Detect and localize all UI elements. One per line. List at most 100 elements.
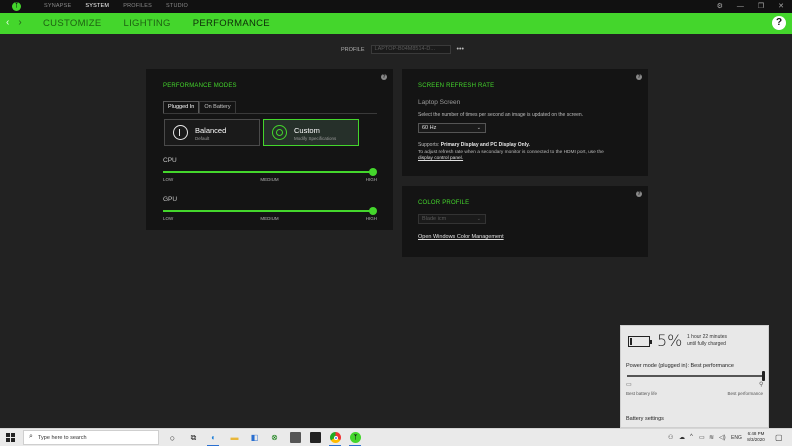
refresh-rate-dropdown[interactable]: 60 Hz ⌄ [418, 123, 486, 133]
volume-icon[interactable]: ◁) [719, 434, 726, 441]
gpu-label: GPU [163, 196, 178, 203]
chevron-down-icon: ⌄ [476, 216, 481, 222]
section-bar: ‹ › CUSTOMIZE LIGHTING PERFORMANCE ? [0, 13, 792, 34]
more-options-icon[interactable]: ••• [457, 46, 464, 53]
battery-settings-link[interactable]: Battery settings [626, 416, 664, 422]
notification-icon[interactable]: ▢ [775, 433, 783, 442]
tick-medium: MEDIUM [260, 177, 279, 182]
nav-profiles[interactable]: PROFILES [123, 3, 152, 9]
top-navigation: SYNAPSE SYSTEM PROFILES STUDIO [44, 3, 188, 9]
battery-percent: 5% [657, 331, 683, 350]
laptop-screen-label: Laptop Screen [418, 99, 461, 106]
charge-time: 1 hour 22 minutes [687, 334, 728, 340]
razer-logo-icon: ᛉ [12, 2, 21, 11]
refresh-rate-description: Select the number of times per second an… [418, 112, 584, 118]
performance-modes-panel: ? PERFORMANCE MODES Plugged In On Batter… [146, 69, 393, 230]
cloud-icon[interactable]: ☁ [679, 434, 685, 441]
edge-icon[interactable]: ◐ [208, 432, 219, 443]
app-icon[interactable] [290, 432, 301, 443]
search-placeholder: Type here to search [38, 435, 87, 441]
info-icon[interactable]: ? [381, 74, 387, 80]
back-arrow-icon[interactable]: ‹ [6, 17, 9, 29]
clock-date: 8/3/2020 [747, 437, 765, 442]
hdmi-note: To adjust refresh rate when a secondary … [418, 150, 604, 155]
mode-custom-button[interactable]: Custom Modify Specifications [263, 119, 359, 146]
info-icon[interactable]: ? [636, 191, 642, 197]
refresh-rate-title: SCREEN REFRESH RATE [418, 83, 495, 89]
gear-icon[interactable]: ⚙ [717, 2, 723, 11]
maximize-icon[interactable]: ❐ [758, 2, 764, 11]
task-view-icon[interactable]: ⧉ [188, 432, 199, 443]
language-indicator[interactable]: ENG [731, 435, 742, 441]
color-profile-dropdown[interactable]: Blade icm ⌄ [418, 214, 486, 224]
close-icon[interactable]: ✕ [778, 2, 784, 11]
power-mode-label: Power mode (plugged in): Best performanc… [626, 363, 734, 369]
tick-medium: MEDIUM [260, 216, 279, 221]
battery-tray-icon[interactable]: ▭ [699, 434, 705, 441]
title-bar: ᛉ SYNAPSE SYSTEM PROFILES STUDIO ⚙ — ❐ ✕ [0, 0, 792, 13]
minimize-icon[interactable]: — [737, 2, 744, 11]
gpu-slider[interactable] [163, 207, 377, 215]
store-icon[interactable]: ◧ [249, 432, 260, 443]
cpu-ticks: LOW MEDIUM HIGH [163, 177, 377, 182]
best-performance-label: Best performance [727, 391, 763, 396]
window-controls: ⚙ — ❐ ✕ [717, 2, 784, 11]
search-icon: ⌕ [29, 433, 33, 440]
terminal-icon[interactable] [310, 432, 321, 443]
chevron-up-icon[interactable]: ^ [690, 434, 693, 440]
chrome-icon[interactable] [330, 432, 341, 443]
forward-arrow-icon[interactable]: › [18, 17, 21, 29]
mode-name: Custom [294, 126, 320, 135]
people-icon[interactable]: ⚇ [668, 434, 673, 441]
color-profile-panel: ? COLOR PROFILE Blade icm ⌄ Open Windows… [402, 186, 648, 257]
tick-low: LOW [163, 177, 174, 182]
tab-plugged-in[interactable]: Plugged In [163, 101, 200, 113]
refresh-rate-value: 60 Hz [422, 125, 437, 131]
help-icon[interactable]: ? [772, 16, 786, 30]
power-mode-thumb[interactable] [762, 371, 765, 381]
profile-label: PROFILE [341, 46, 365, 53]
cortana-icon[interactable]: ○ [167, 432, 178, 443]
open-color-management-link[interactable]: Open Windows Color Management [418, 234, 504, 240]
display-control-panel-link[interactable]: display control panel. [418, 156, 463, 161]
best-battery-label: Best battery life [626, 391, 658, 396]
screen-refresh-rate-panel: ? SCREEN REFRESH RATE Laptop Screen Sele… [402, 69, 648, 176]
razer-synapse-taskbar-icon[interactable]: ᛉ [350, 432, 361, 443]
tab-on-battery[interactable]: On Battery [199, 101, 236, 113]
cpu-slider[interactable] [163, 168, 377, 176]
mode-balanced-button[interactable]: Balanced Default [164, 119, 260, 146]
profile-dropdown[interactable]: LAPTOP-B04M8514-D... [370, 45, 451, 54]
tab-customize[interactable]: CUSTOMIZE [43, 18, 101, 29]
nav-synapse[interactable]: SYNAPSE [44, 3, 71, 9]
cpu-slider-fill [163, 171, 373, 173]
wifi-icon[interactable]: ≋ [709, 434, 714, 441]
power-mode-fill [627, 375, 763, 377]
mode-subtitle: Default [195, 136, 210, 141]
gpu-slider-thumb[interactable] [369, 207, 377, 215]
power-mode-slider[interactable] [627, 371, 765, 381]
tick-high: HIGH [365, 177, 377, 182]
xbox-icon[interactable]: ⊗ [269, 432, 280, 443]
mode-subtitle: Modify Specifications [294, 136, 337, 141]
windows-start-icon[interactable] [6, 433, 15, 442]
nav-system[interactable]: SYSTEM [85, 3, 109, 9]
power-source-tabs: Plugged In On Battery [163, 101, 236, 113]
tick-high: HIGH [365, 216, 377, 221]
profile-row: PROFILE LAPTOP-B04M8514-D... ••• [341, 45, 464, 54]
chevron-down-icon: ⌄ [476, 125, 481, 131]
file-explorer-icon[interactable]: ▬ [229, 432, 240, 443]
info-icon[interactable]: ? [636, 74, 642, 80]
battery-saver-icon: ▭ [626, 382, 632, 388]
tab-lighting[interactable]: LIGHTING [123, 18, 170, 29]
nav-studio[interactable]: STUDIO [166, 3, 188, 9]
mode-name: Balanced [195, 126, 227, 135]
color-profile-value: Blade icm [422, 216, 447, 222]
tick-low: LOW [163, 216, 174, 221]
tab-divider [163, 113, 377, 114]
taskbar-search[interactable]: ⌕ Type here to search [23, 430, 159, 445]
cpu-slider-thumb[interactable] [369, 168, 377, 176]
supports-note: Supports: Primary Display and PC Display… [418, 142, 530, 148]
tab-performance[interactable]: PERFORMANCE [193, 18, 270, 29]
supports-prefix: Supports: [418, 142, 441, 148]
clock[interactable]: 6:48 PM 8/3/2020 [746, 431, 766, 443]
